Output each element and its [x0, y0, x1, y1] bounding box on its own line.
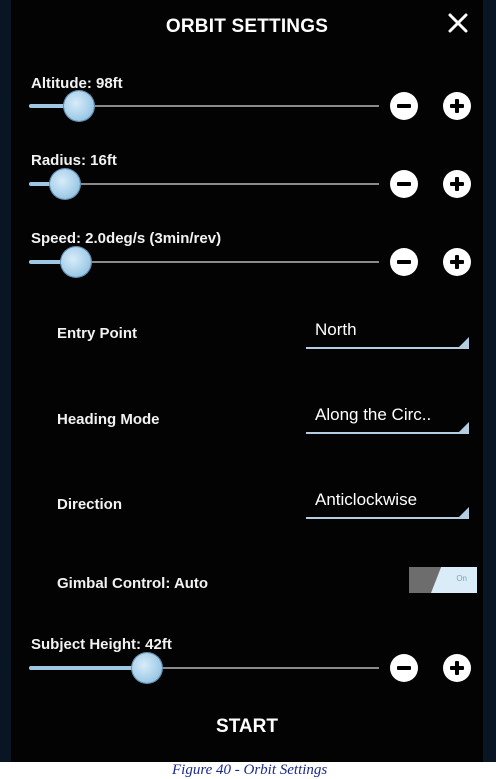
- slider-handle[interactable]: [61, 247, 91, 277]
- subject-height-increase-button[interactable]: [443, 654, 471, 682]
- slider-fill: [29, 666, 145, 670]
- toggle-state-text: On: [456, 574, 467, 583]
- gimbal-control-label: Gimbal Control: Auto: [57, 575, 209, 592]
- toggle-on-state: [431, 567, 477, 593]
- start-button[interactable]: START: [11, 716, 483, 738]
- slider-handle[interactable]: [132, 653, 162, 683]
- dialog-title: ORBIT SETTINGS: [165, 16, 329, 37]
- altitude-decrease-button[interactable]: [390, 92, 418, 120]
- slider-handle[interactable]: [64, 91, 94, 121]
- slider-track: [29, 183, 379, 185]
- dropdown-arrow-icon: [459, 422, 469, 432]
- close-icon[interactable]: [447, 12, 469, 34]
- speed-decrease-button[interactable]: [390, 248, 418, 276]
- dropdown-arrow-icon: [459, 337, 469, 347]
- speed-increase-button[interactable]: [443, 248, 471, 276]
- gimbal-toggle[interactable]: On: [409, 567, 477, 593]
- direction-dropdown[interactable]: Anticlockwise: [306, 485, 469, 519]
- heading-mode-value: Along the Circ..: [315, 405, 432, 424]
- figure-caption: Figure 40 - Orbit Settings: [172, 762, 328, 778]
- subject-height-label: Subject Height: 42ft: [31, 636, 172, 653]
- radius-label: Radius: 16ft: [31, 152, 117, 169]
- altitude-label: Altitude: 98ft: [31, 75, 123, 92]
- direction-value: Anticlockwise: [315, 490, 418, 509]
- altitude-increase-button[interactable]: [443, 92, 471, 120]
- direction-label: Direction: [57, 496, 123, 513]
- entry-point-value: North: [315, 320, 357, 339]
- radius-decrease-button[interactable]: [390, 170, 418, 198]
- subject-height-decrease-button[interactable]: [390, 654, 418, 682]
- heading-mode-dropdown[interactable]: Along the Circ..: [306, 400, 469, 434]
- radius-increase-button[interactable]: [443, 170, 471, 198]
- slider-handle[interactable]: [50, 169, 80, 199]
- heading-mode-label: Heading Mode: [57, 411, 160, 428]
- dropdown-arrow-icon: [459, 507, 469, 517]
- entry-point-label: Entry Point: [57, 325, 138, 342]
- screenshot-frame: ORBIT SETTINGS Altitude: 98ft Radius: 16…: [0, 0, 496, 762]
- entry-point-dropdown[interactable]: North: [306, 315, 469, 349]
- speed-label: Speed: 2.0deg/s (3min/rev): [31, 230, 222, 247]
- orbit-settings-dialog: ORBIT SETTINGS Altitude: 98ft Radius: 16…: [11, 0, 483, 762]
